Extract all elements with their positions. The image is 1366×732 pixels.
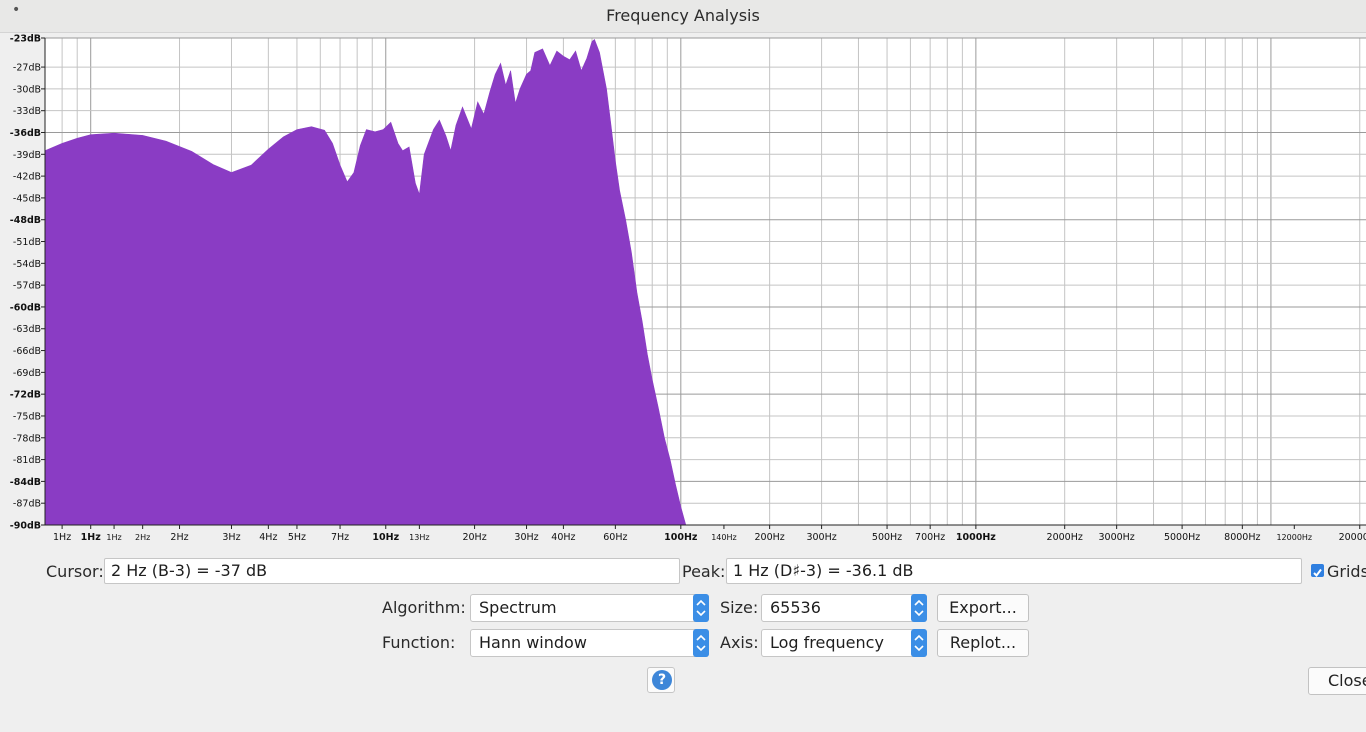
x-tick-label: 4Hz bbox=[259, 532, 277, 543]
function-label: Function: bbox=[382, 633, 456, 652]
y-tick-label: -66dB bbox=[13, 346, 41, 357]
window-title: Frequency Analysis bbox=[606, 6, 760, 25]
y-tick-label: -51dB bbox=[13, 237, 41, 248]
x-tick-label: 5Hz bbox=[288, 532, 306, 543]
up-down-chevron-icon bbox=[696, 599, 706, 617]
x-tick-label: 20Hz bbox=[462, 532, 486, 543]
y-tick-label: -45dB bbox=[13, 193, 41, 204]
algorithm-select[interactable]: Spectrum bbox=[470, 594, 709, 622]
y-tick-label: -39dB bbox=[13, 150, 41, 161]
export-button[interactable]: Export... bbox=[937, 594, 1029, 622]
x-tick-label: 1Hz bbox=[106, 533, 121, 542]
grids-label: Grids bbox=[1327, 562, 1366, 581]
checkmark-icon bbox=[1313, 568, 1322, 578]
y-tick-label: -84dB bbox=[10, 477, 41, 488]
x-tick-label: 2Hz bbox=[170, 532, 188, 543]
peak-value-field[interactable]: 1 Hz (D♯-3) = -36.1 dB bbox=[726, 558, 1302, 584]
peak-label: Peak: bbox=[682, 562, 726, 581]
x-tick-label: 1Hz bbox=[53, 532, 71, 543]
x-tick-label: 40Hz bbox=[551, 532, 575, 543]
x-tick-label: 30Hz bbox=[514, 532, 538, 543]
x-tick-label: 20000Hz bbox=[1339, 532, 1366, 543]
algorithm-label: Algorithm: bbox=[382, 598, 466, 617]
x-tick-label: 60Hz bbox=[603, 532, 627, 543]
axis-spin-button[interactable] bbox=[911, 629, 927, 657]
y-tick-label: -57dB bbox=[13, 281, 41, 292]
x-tick-label: 8000Hz bbox=[1224, 532, 1260, 543]
replot-button[interactable]: Replot... bbox=[937, 629, 1029, 657]
x-tick-label: 700Hz bbox=[915, 532, 945, 543]
up-down-chevron-icon bbox=[914, 634, 924, 652]
y-tick-label: -63dB bbox=[13, 324, 41, 335]
x-tick-label: 10Hz bbox=[372, 532, 399, 543]
function-select[interactable]: Hann window bbox=[470, 629, 709, 657]
help-icon: ? bbox=[652, 670, 672, 690]
y-tick-label: -30dB bbox=[13, 84, 41, 95]
y-tick-label: -33dB bbox=[13, 106, 41, 117]
y-tick-label: -23dB bbox=[10, 34, 41, 45]
axis-label: Axis: bbox=[720, 633, 759, 652]
algorithm-value: Spectrum bbox=[479, 598, 557, 617]
y-tick-label: -48dB bbox=[10, 215, 41, 226]
y-tick-label: -78dB bbox=[13, 433, 41, 444]
grids-checkbox[interactable] bbox=[1311, 564, 1324, 578]
x-tick-label: 12000Hz bbox=[1276, 533, 1312, 542]
algorithm-spin-button[interactable] bbox=[693, 594, 709, 622]
up-down-chevron-icon bbox=[914, 599, 924, 617]
y-tick-label: -90dB bbox=[10, 521, 41, 532]
help-button[interactable]: ? bbox=[647, 667, 675, 693]
up-down-chevron-icon bbox=[696, 634, 706, 652]
x-tick-label: 2Hz bbox=[135, 533, 150, 542]
size-spin-button[interactable] bbox=[911, 594, 927, 622]
x-tick-label: 5000Hz bbox=[1164, 532, 1200, 543]
x-tick-label: 500Hz bbox=[872, 532, 902, 543]
x-tick-label: 140Hz bbox=[711, 533, 736, 542]
x-tick-label: 200Hz bbox=[755, 532, 785, 543]
axis-select[interactable]: Log frequency bbox=[761, 629, 927, 657]
y-tick-label: -81dB bbox=[13, 455, 41, 466]
x-tick-label: 300Hz bbox=[806, 532, 836, 543]
x-tick-label: 13Hz bbox=[409, 533, 429, 542]
y-tick-label: -42dB bbox=[13, 172, 41, 183]
cursor-value-field[interactable]: 2 Hz (B-3) = -37 dB bbox=[104, 558, 680, 584]
spectrum-plot-svg[interactable]: -23dB -27dB -30dB -33dB -36dB -39dB -42dB -45dB… bbox=[0, 33, 1366, 553]
y-tick-label: -69dB bbox=[13, 368, 41, 379]
cursor-label: Cursor: bbox=[46, 562, 104, 581]
x-tick-label: 100Hz bbox=[664, 532, 698, 543]
function-spin-button[interactable] bbox=[693, 629, 709, 657]
y-tick-label: -27dB bbox=[13, 63, 41, 74]
y-tick-label: -36dB bbox=[10, 128, 41, 139]
y-tick-label: -75dB bbox=[13, 411, 41, 422]
y-tick-label: -60dB bbox=[10, 302, 41, 313]
function-value: Hann window bbox=[479, 633, 587, 652]
x-tick-label: 2000Hz bbox=[1047, 532, 1083, 543]
close-button[interactable]: Close bbox=[1308, 667, 1366, 695]
x-tick-label: 7Hz bbox=[331, 532, 349, 543]
x-tick-label: 1Hz bbox=[81, 532, 102, 543]
spectrum-plot[interactable]: -23dB -27dB -30dB -33dB -36dB -39dB -42dB -45dB… bbox=[0, 33, 1366, 553]
y-tick-label: -54dB bbox=[13, 259, 41, 270]
size-label: Size: bbox=[720, 598, 759, 617]
x-tick-label: 1000Hz bbox=[956, 532, 996, 543]
axis-value: Log frequency bbox=[770, 633, 884, 652]
x-tick-label: 3Hz bbox=[222, 532, 240, 543]
size-select[interactable]: 65536 bbox=[761, 594, 927, 622]
x-tick-label: 3000Hz bbox=[1098, 532, 1134, 543]
y-tick-label: -87dB bbox=[13, 499, 41, 510]
title-bar: • Frequency Analysis bbox=[0, 0, 1366, 33]
y-tick-label: -72dB bbox=[10, 390, 41, 401]
size-value: 65536 bbox=[770, 598, 821, 617]
